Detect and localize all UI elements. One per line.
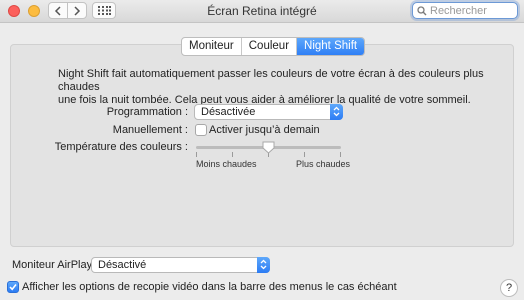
temperature-max-label: Plus chaudes xyxy=(296,159,351,169)
updown-chevron-icon xyxy=(260,259,267,270)
checkmark-icon xyxy=(9,284,17,291)
window-title: Écran Retina intégré xyxy=(207,4,317,18)
mirroring-label[interactable]: Afficher les options de recopie vidéo da… xyxy=(22,281,397,293)
night-shift-description: Night Shift fait automatiquement passer … xyxy=(58,68,488,107)
airplay-value: Désactivé xyxy=(98,259,147,271)
chevron-right-icon xyxy=(74,5,81,16)
search-icon xyxy=(417,5,427,15)
back-button[interactable] xyxy=(48,2,68,19)
mirroring-checkbox[interactable] xyxy=(7,281,19,293)
temperature-slider-thumb[interactable] xyxy=(262,141,275,154)
airplay-popup-arrow xyxy=(257,257,270,273)
search-field[interactable] xyxy=(412,2,518,19)
title-bar: Écran Retina intégré xyxy=(0,0,524,23)
tab-bar: Moniteur Couleur Night Shift xyxy=(181,37,366,56)
show-all-button[interactable] xyxy=(92,2,116,19)
manual-checkbox[interactable] xyxy=(195,124,207,136)
manual-label: Manuellement : xyxy=(112,124,188,136)
updown-chevron-icon xyxy=(333,106,340,117)
slider-tick xyxy=(196,152,197,157)
tab-night-shift[interactable]: Night Shift xyxy=(297,38,365,55)
grid-icon xyxy=(97,6,111,15)
minimize-button[interactable] xyxy=(28,5,40,17)
chevron-left-icon xyxy=(54,5,61,16)
manual-checkbox-label[interactable]: Activer jusqu’à demain xyxy=(209,124,320,136)
tab-moniteur[interactable]: Moniteur xyxy=(182,38,242,55)
tab-couleur[interactable]: Couleur xyxy=(242,38,298,55)
schedule-popup[interactable]: Désactivée xyxy=(194,104,343,120)
help-button[interactable]: ? xyxy=(500,279,518,297)
slider-tick xyxy=(340,152,341,157)
description-line-1: Night Shift fait automatiquement passer … xyxy=(58,68,484,93)
forward-button[interactable] xyxy=(67,2,87,19)
slider-tick xyxy=(304,152,305,157)
airplay-popup[interactable]: Désactivé xyxy=(91,257,270,273)
close-button[interactable] xyxy=(8,5,20,17)
schedule-popup-arrow xyxy=(330,104,343,120)
schedule-label: Programmation : xyxy=(106,106,188,118)
temperature-min-label: Moins chaudes xyxy=(196,159,257,169)
temperature-label: Température des couleurs : xyxy=(54,141,188,153)
slider-tick xyxy=(232,152,233,157)
schedule-value: Désactivée xyxy=(201,106,256,118)
airplay-label: Moniteur AirPlay : xyxy=(12,259,99,271)
search-input[interactable] xyxy=(427,4,514,17)
